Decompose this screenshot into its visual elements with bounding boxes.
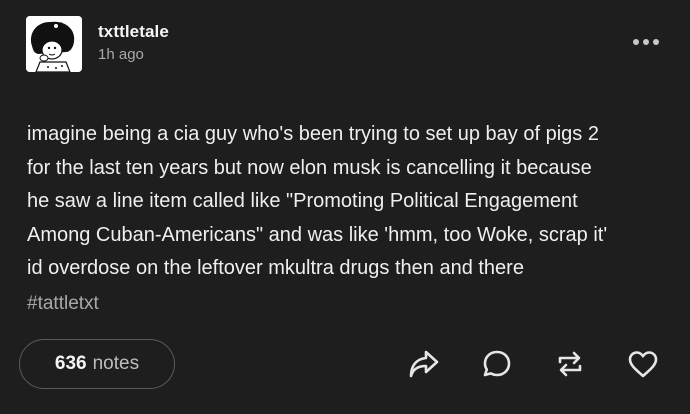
share-arrow-icon: [409, 350, 439, 378]
share-button[interactable]: [407, 347, 441, 381]
post-timestamp: 1h ago: [98, 46, 144, 63]
post-body-line: id overdose on the leftover mkultra drug…: [27, 257, 524, 279]
post-body-line: imagine being a cia guy who's been tryin…: [27, 123, 599, 145]
more-dots-icon: [633, 39, 659, 45]
blog-name[interactable]: txttletale: [98, 22, 169, 42]
post-card: txttletale 1h ago imagine being a cia gu…: [0, 0, 690, 414]
reply-button[interactable]: [480, 347, 514, 381]
more-options-button[interactable]: [628, 32, 664, 52]
notes-button[interactable]: 636 notes: [19, 339, 175, 389]
notes-label: notes: [92, 353, 140, 374]
like-button[interactable]: [626, 347, 660, 381]
reblog-button[interactable]: [553, 347, 587, 381]
avatar[interactable]: [26, 16, 82, 72]
post-body: imagine being a cia guy who's been tryin…: [27, 118, 667, 286]
notes-count: 636: [54, 353, 87, 374]
post-header: txttletale 1h ago: [26, 16, 664, 76]
avatar-image: [26, 16, 82, 72]
reply-bubble-icon: [483, 350, 511, 377]
post-body-line: for the last ten years but now elon musk…: [27, 156, 592, 179]
post-body-line: Among Cuban-Americans" and was like 'hmm…: [27, 223, 608, 246]
post-body-line: he saw a line item called like "Promotin…: [27, 190, 578, 212]
reblog-icon: [558, 351, 582, 377]
heart-icon: [628, 351, 658, 378]
post-tag[interactable]: #tattletxt: [27, 293, 99, 315]
